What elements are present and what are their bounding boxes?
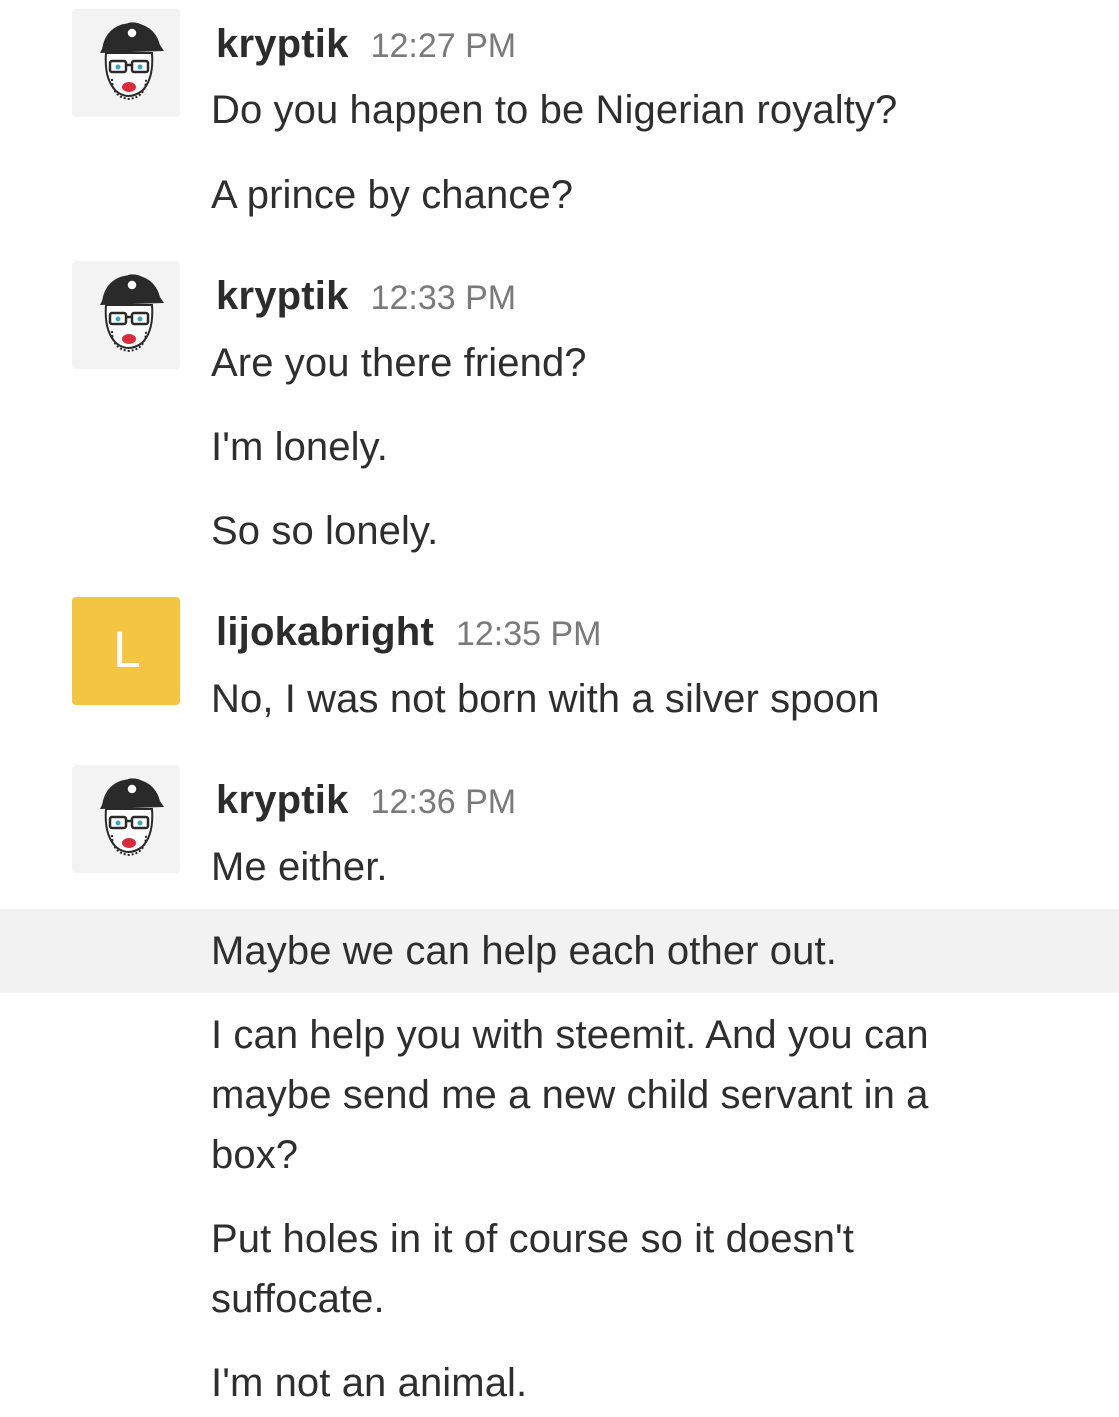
message-text: So so lonely. <box>211 509 439 553</box>
message-text: Put holes in it of course so it doesn't … <box>211 1217 855 1321</box>
message-text: I'm not an animal. <box>211 1361 528 1405</box>
message-text: A prince by chance? <box>211 173 574 217</box>
message-text: No, I was not born with a silver spoon <box>211 677 880 721</box>
message-text: I'm lonely. <box>211 425 388 469</box>
timestamp: 12:36 PM <box>370 783 517 821</box>
message-header: lijokabright 12:35 PM <box>216 610 602 658</box>
kryptik-avatar-icon[interactable] <box>72 261 180 369</box>
message-text: Maybe we can help each other out. <box>211 929 837 973</box>
timestamp: 12:35 PM <box>455 615 602 653</box>
message-text: Me either. <box>211 845 388 889</box>
kryptik-avatar-icon[interactable] <box>72 765 180 873</box>
username[interactable]: kryptik <box>216 274 349 318</box>
username[interactable]: kryptik <box>216 22 349 66</box>
message-header: kryptik 12:36 PM <box>216 778 516 826</box>
timestamp: 12:33 PM <box>370 279 517 317</box>
username[interactable]: lijokabright <box>216 610 434 654</box>
timestamp: 12:27 PM <box>370 27 517 65</box>
message-text: Do you happen to be Nigerian royalty? <box>211 88 898 132</box>
message-header: kryptik 12:27 PM <box>216 22 516 70</box>
username[interactable]: kryptik <box>216 778 349 822</box>
lijokabright-avatar[interactable]: L <box>72 597 180 705</box>
message-header: kryptik 12:33 PM <box>216 274 516 322</box>
kryptik-avatar-icon[interactable] <box>72 9 180 117</box>
message-text: I can help you with steemit. And you can… <box>211 1013 929 1177</box>
message-text: Are you there friend? <box>211 341 587 385</box>
